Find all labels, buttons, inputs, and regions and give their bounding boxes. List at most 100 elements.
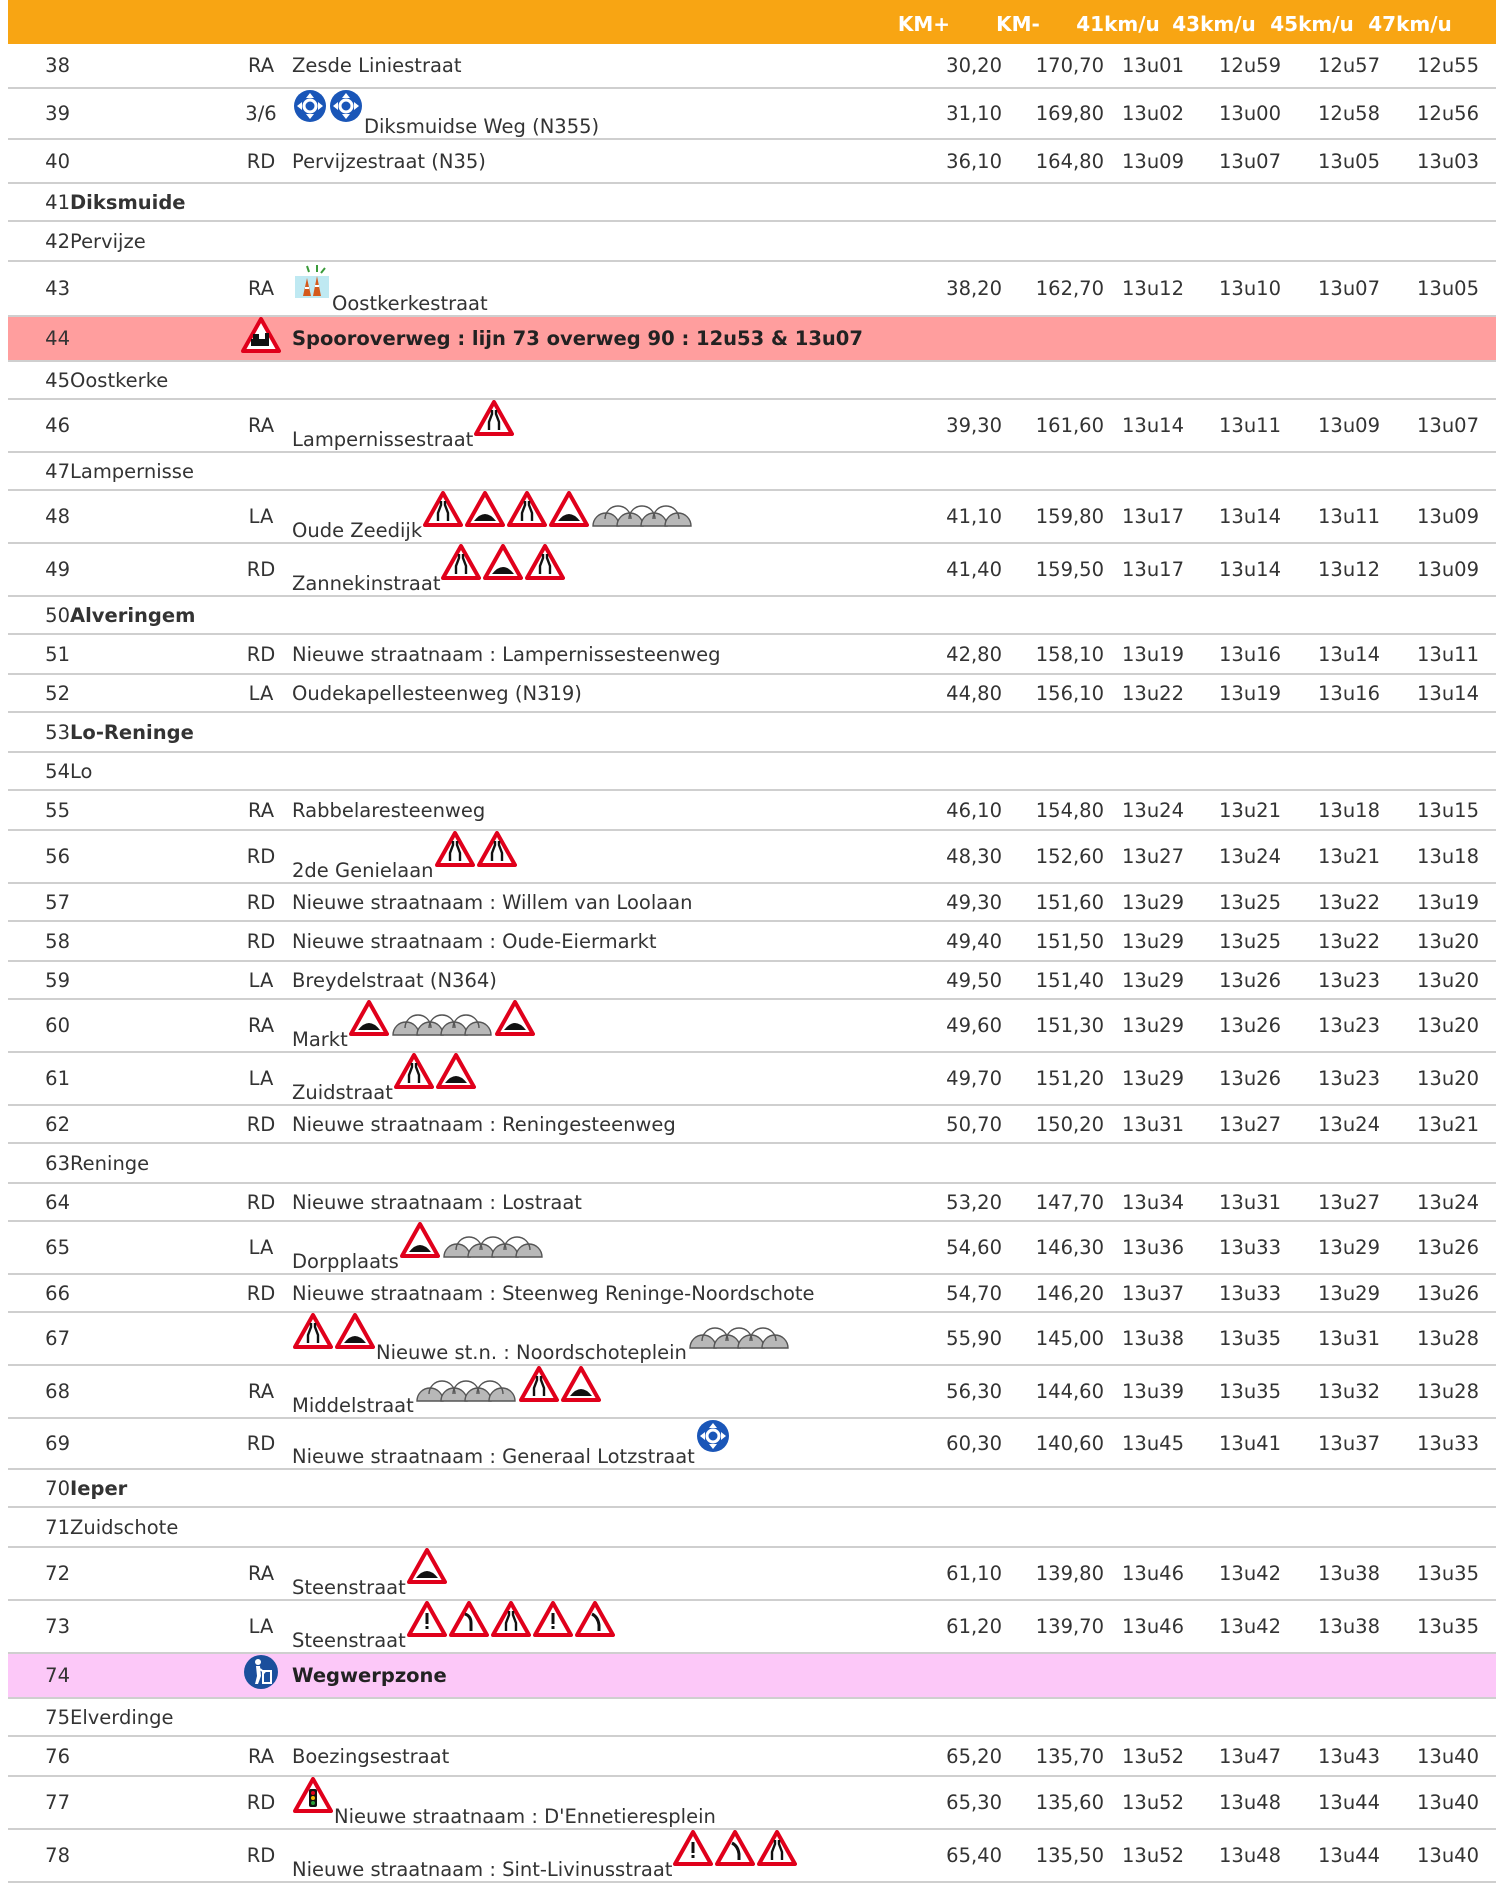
direction-label: RA: [247, 1014, 275, 1037]
time-41kmh: 13u09: [1104, 139, 1202, 184]
time-45kmh: 13u22: [1298, 921, 1400, 962]
speed-bump-icon: [435, 1053, 477, 1096]
time-43kmh: 13u47: [1202, 1736, 1298, 1777]
table-row: 49 RD Zannekinstraat 41,40 159,50 13u17 13u14 1…: [8, 543, 1496, 597]
time-41kmh: 13u29: [1104, 921, 1202, 962]
direction-label: RD: [246, 929, 276, 953]
row-number: 43: [8, 261, 70, 317]
km-plus: 41,10: [862, 490, 1002, 544]
time-43kmh: 13u33: [1202, 1221, 1298, 1275]
time-41kmh: 13u29: [1104, 999, 1202, 1053]
km-plus: 49,40: [862, 921, 1002, 962]
spacer-cell: [70, 961, 230, 1000]
time-47kmh: 13u20: [1400, 1052, 1496, 1106]
spacer-cell: [70, 543, 230, 597]
street-cell: Steenstraat: [292, 1547, 862, 1601]
street-name: Nieuwe straatnaam : Lostraat: [292, 1190, 582, 1214]
row-number: 42: [8, 221, 70, 262]
time-43kmh: 13u25: [1202, 921, 1298, 962]
km-minus: 151,50: [1002, 921, 1104, 962]
km-minus: 145,00: [1002, 1312, 1104, 1366]
table-row: 72 RA Steenstraat 61,10 139,80 13u46 13u42 13u3…: [8, 1547, 1496, 1601]
row-number: 61: [8, 1052, 70, 1106]
street-cell: Nieuwe straatnaam : Steenweg Reninge-Noo…: [292, 1274, 862, 1313]
time-45kmh: 13u29: [1298, 1274, 1400, 1313]
time-41kmh: 13u27: [1104, 830, 1202, 884]
table-row: 78 RD Nieuwe straatnaam : Sint-Livinusstra…: [8, 1829, 1496, 1883]
spacer-cell: [70, 1365, 230, 1419]
street-name: Nieuwe straatnaam : Willem van Loolaan: [292, 890, 693, 914]
direction-cell: RD: [230, 1776, 292, 1830]
time-43kmh: 13u19: [1202, 674, 1298, 713]
km-minus: 158,10: [1002, 634, 1104, 675]
km-minus: 162,70: [1002, 261, 1104, 317]
place-name: Oostkerke: [70, 361, 1496, 400]
direction-label: RA: [247, 1380, 275, 1403]
direction-cell: LA: [230, 490, 292, 544]
km-plus: 30,20: [862, 44, 1002, 89]
street-cell: Nieuwe straatnaam : Lampernissesteenweg: [292, 634, 862, 675]
time-41kmh: 13u12: [1104, 261, 1202, 317]
row-number: 70: [8, 1469, 70, 1508]
street-name: Zuidstraat: [292, 1081, 393, 1104]
spacer-cell: [70, 1052, 230, 1106]
time-47kmh: 13u28: [1400, 1312, 1496, 1366]
cobblestones-icon: [414, 1372, 518, 1409]
direction-cell: [230, 1312, 292, 1366]
table-row: 63 Reninge: [8, 1143, 1496, 1184]
time-47kmh: 13u09: [1400, 490, 1496, 544]
time-47kmh: 13u35: [1400, 1600, 1496, 1654]
traffic-light-icon: [292, 1777, 334, 1820]
time-43kmh: 13u42: [1202, 1600, 1298, 1654]
time-41kmh: 13u01: [1104, 44, 1202, 89]
roundabout-icon: [695, 1419, 731, 1460]
spacer-cell: [70, 999, 230, 1053]
speed-bump-icon: [482, 544, 524, 587]
direction-cell: RD: [230, 830, 292, 884]
street-name: Nieuwe straatnaam : Lampernissesteenweg: [292, 642, 721, 666]
time-47kmh: 13u26: [1400, 1221, 1496, 1275]
street-cell: Nieuwe straatnaam : Sint-Livinusstraat: [292, 1829, 862, 1883]
place-name: Alveringem: [70, 596, 1496, 635]
direction-label: LA: [248, 1067, 274, 1090]
spacer-cell: [70, 1221, 230, 1275]
cones-icon: [292, 262, 332, 307]
time-45kmh: 13u44: [1298, 1829, 1400, 1883]
table-row: 54 Lo: [8, 752, 1496, 791]
direction-cell: LA: [230, 1052, 292, 1106]
time-47kmh: 12u56: [1400, 88, 1496, 140]
spacer-cell: [70, 1736, 230, 1777]
spacer-cell: [70, 1183, 230, 1222]
time-45kmh: 13u21: [1298, 830, 1400, 884]
time-45kmh: 13u23: [1298, 999, 1400, 1053]
row-number: 50: [8, 596, 70, 635]
direction-cell: RA: [230, 261, 292, 317]
danger-icon: [672, 1830, 714, 1873]
time-43kmh: 13u11: [1202, 399, 1298, 453]
km-plus: 61,20: [862, 1600, 1002, 1654]
direction-cell: RA: [230, 44, 292, 89]
km-minus: 135,60: [1002, 1776, 1104, 1830]
table-row: 68 RA Middelstraat 56,30 144,60 13u39 13u35 13u…: [8, 1365, 1496, 1419]
time-43kmh: 13u14: [1202, 543, 1298, 597]
direction-label: RA: [247, 1744, 275, 1768]
time-41kmh: 13u02: [1104, 88, 1202, 140]
km-minus: 159,80: [1002, 490, 1104, 544]
time-41kmh: 13u46: [1104, 1600, 1202, 1654]
time-47kmh: 13u09: [1400, 543, 1496, 597]
street-name: Boezingsestraat: [292, 1744, 450, 1768]
km-minus: 135,50: [1002, 1829, 1104, 1883]
time-41kmh: 13u19: [1104, 634, 1202, 675]
km-minus: 139,80: [1002, 1547, 1104, 1601]
time-43kmh: 13u10: [1202, 261, 1298, 317]
street-cell: Zuidstraat: [292, 1052, 862, 1106]
direction-cell: [230, 1653, 292, 1699]
table-row: 38 RA Zesde Liniestraat 30,20 170,70 13u01 12u…: [8, 44, 1496, 89]
place-name: Ieper: [70, 1469, 1496, 1508]
time-45kmh: 13u16: [1298, 674, 1400, 713]
km-minus: 140,60: [1002, 1418, 1104, 1470]
time-45kmh: 13u22: [1298, 883, 1400, 922]
time-43kmh: 13u25: [1202, 883, 1298, 922]
place-name: Zuidschote: [70, 1507, 1496, 1548]
direction-label: RA: [247, 414, 275, 437]
